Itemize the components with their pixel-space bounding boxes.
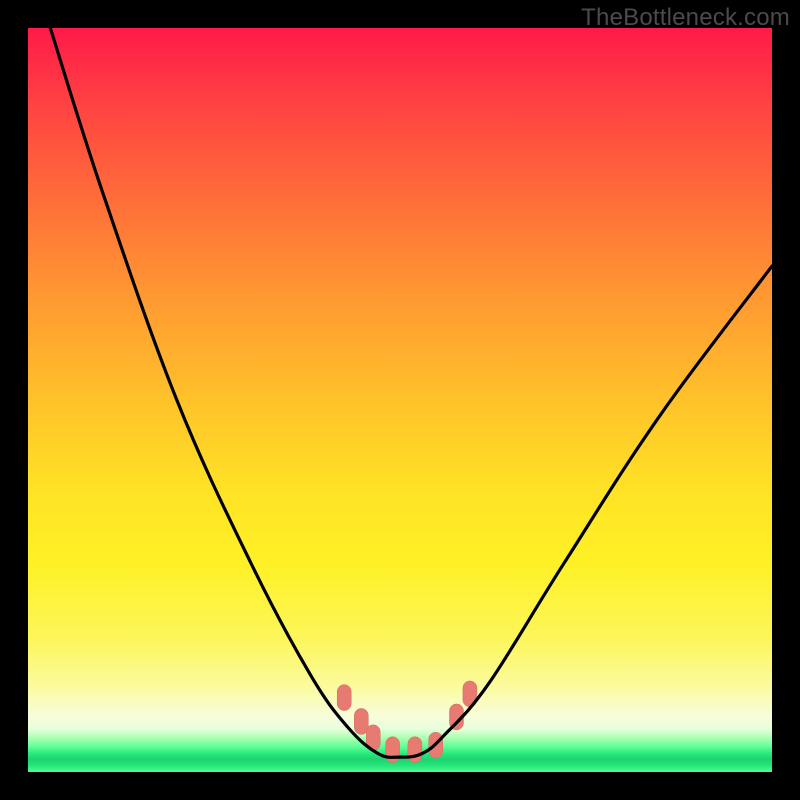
chart-svg: [28, 28, 772, 772]
chart-frame: TheBottleneck.com: [0, 0, 800, 800]
lozenge-marker: [337, 685, 351, 711]
bottleneck-curve: [50, 28, 772, 757]
plot-area: [28, 28, 772, 772]
watermark-text: TheBottleneck.com: [581, 4, 790, 32]
lozenge-marker: [408, 737, 422, 763]
